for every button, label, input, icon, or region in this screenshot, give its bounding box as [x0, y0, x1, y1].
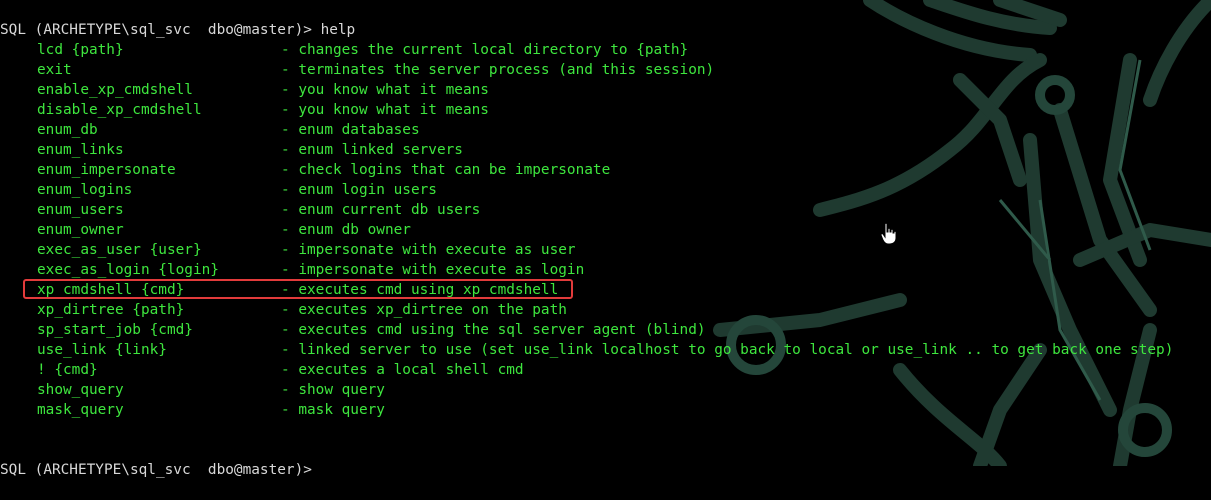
help-command-description: - mask query — [281, 402, 385, 418]
help-command-name: enable_xp_cmdshell — [37, 82, 193, 98]
help-command-description: - executes xp_dirtree on the path — [281, 302, 567, 318]
help-command-name: enum_impersonate — [37, 162, 176, 178]
typed-command: help — [311, 22, 356, 38]
help-command-description: - you know what it means — [281, 102, 489, 118]
help-command-name: enum_links — [37, 142, 124, 158]
help-command-description: - linked server to use (set use_link loc… — [281, 342, 1174, 358]
terminal-output: SQL (ARCHETYPE\sql_svc dbo@master)> help… — [0, 0, 1211, 478]
help-command-name: ! {cmd} — [37, 362, 98, 378]
help-command-description: - check logins that can be impersonate — [281, 162, 611, 178]
help-command-description: - executes a local shell cmd — [281, 362, 524, 378]
sql-prompt-active[interactable]: SQL (ARCHETYPE\sql_svc dbo@master)> — [0, 460, 312, 480]
hand-pointer-cursor-icon — [880, 222, 897, 245]
help-command-description: - enum login users — [281, 182, 437, 198]
help-command-description: - executes cmd using the sql server agen… — [281, 322, 706, 338]
sql-prompt: SQL (ARCHETYPE\sql_svc dbo@master)> help — [0, 22, 356, 38]
help-command-name: disable_xp_cmdshell — [37, 102, 202, 118]
help-command-description: - enum databases — [281, 122, 420, 138]
help-command-description: - terminates the server process (and thi… — [281, 62, 715, 78]
help-command-name: xp_dirtree {path} — [37, 302, 185, 318]
help-command-name: enum_owner — [37, 222, 124, 238]
help-command-name: use_link {link} — [37, 342, 167, 358]
help-command-name: enum_logins — [37, 182, 133, 198]
highlight-xp-cmdshell-box — [23, 279, 573, 299]
help-command-description: - enum current db users — [281, 202, 481, 218]
help-command-name: sp_start_job {cmd} — [37, 322, 193, 338]
help-command-name: exec_as_login {login} — [37, 262, 219, 278]
prompt-line-1: SQL (ARCHETYPE\sql_svc dbo@master)> help — [0, 0, 355, 38]
help-command-description: - show query — [281, 382, 385, 398]
help-command-description: - you know what it means — [281, 82, 489, 98]
help-command-name: lcd {path} — [37, 42, 124, 58]
help-command-name: exec_as_user {user} — [37, 242, 202, 258]
help-command-description: - enum linked servers — [281, 142, 463, 158]
help-command-name: exit — [37, 62, 72, 78]
help-command-description: - changes the current local directory to… — [281, 42, 689, 58]
help-command-name: show_query — [37, 382, 124, 398]
prompt-line-2[interactable]: SQL (ARCHETYPE\sql_svc dbo@master)> — [0, 440, 312, 478]
help-command-name: enum_users — [37, 202, 124, 218]
help-command-description: - impersonate with execute as login — [281, 262, 585, 278]
help-command-name: enum_db — [37, 122, 98, 138]
help-command-description: - enum db owner — [281, 222, 411, 238]
help-command-description: - impersonate with execute as user — [281, 242, 576, 258]
help-command-name: mask_query — [37, 402, 124, 418]
